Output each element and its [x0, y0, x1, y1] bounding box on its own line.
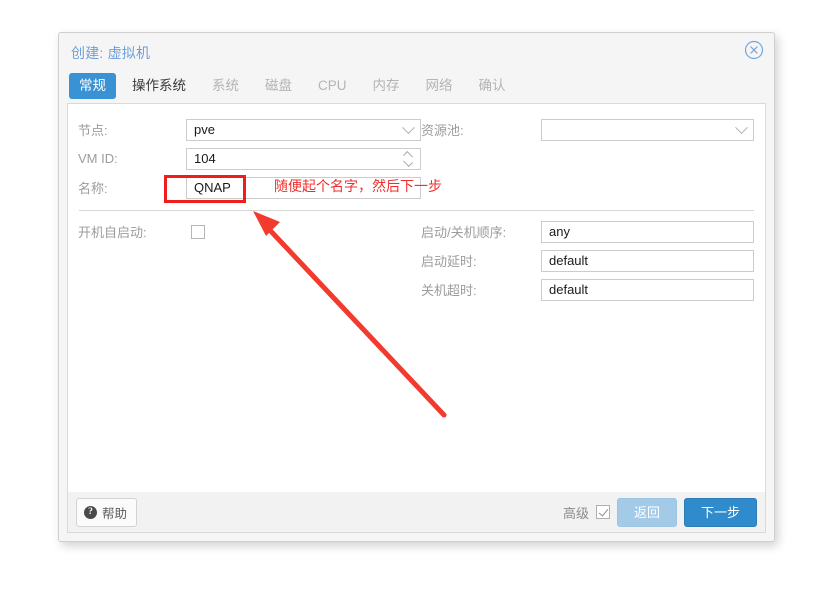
shutdown-timeout-value: default: [549, 282, 589, 297]
startup-delay-input[interactable]: default: [541, 249, 754, 272]
advanced-label: 高级: [562, 505, 589, 521]
shutdown-timeout-label: 关机超时:: [421, 283, 477, 298]
dialog-footer: ? 帮助 高级 返回 下一步: [67, 492, 766, 533]
help-button[interactable]: ? 帮助: [76, 497, 138, 527]
field-shutdown-timeout: 关机超时: default: [421, 278, 765, 301]
tab-bar: 常规 操作系统 系统 磁盘 CPU 内存 网络 确认: [59, 69, 774, 103]
pool-select[interactable]: [541, 118, 754, 142]
chevron-down-icon[interactable]: [734, 120, 748, 142]
name-value: QNAP: [194, 180, 231, 195]
dialog-titlebar: 创建: 虚拟机: [59, 33, 774, 69]
form-row: 开机自启动: 启动/关机顺序: any: [68, 217, 765, 246]
form-row: 节点: pve 资源池:: [68, 115, 765, 144]
tab-os[interactable]: 操作系统: [122, 73, 196, 99]
spinner-icon[interactable]: [403, 150, 414, 169]
tab-confirm[interactable]: 确认: [469, 73, 516, 99]
tab-cpu[interactable]: CPU: [308, 73, 357, 99]
question-circle-icon: ?: [84, 505, 97, 519]
field-vmid: VM ID: 104: [68, 147, 421, 170]
form-row: 名称: QNAP: [68, 173, 765, 202]
chevron-down-icon[interactable]: [401, 120, 415, 142]
autostart-checkbox[interactable]: [191, 224, 205, 239]
start-order-input[interactable]: any: [541, 220, 754, 243]
create-vm-dialog: 创建: 虚拟机 常规 操作系统 系统 磁盘 CPU 内存 网络 确认 节点: p…: [58, 32, 775, 542]
field-start-order: 启动/关机顺序: any: [421, 220, 765, 243]
field-startup-delay: 启动延时: default: [421, 249, 765, 272]
field-pool: 资源池:: [421, 118, 765, 142]
pool-label: 资源池:: [421, 123, 464, 138]
node-value: pve: [194, 122, 215, 137]
vmid-label: VM ID:: [78, 151, 118, 166]
name-label: 名称:: [78, 181, 108, 196]
startup-delay-value: default: [549, 253, 589, 268]
close-icon[interactable]: [744, 40, 764, 60]
vmid-value: 104: [194, 151, 216, 166]
form-row: 启动延时: default: [68, 246, 765, 275]
tab-general[interactable]: 常规: [69, 73, 116, 99]
general-tab-panel: 节点: pve 资源池: VM ID: 104 名称: QNAP 开机自启动: …: [67, 103, 766, 492]
help-button-label: 帮助: [102, 506, 128, 521]
vmid-input[interactable]: 104: [186, 147, 421, 170]
field-autostart: 开机自启动:: [68, 222, 421, 241]
section-divider: [79, 210, 754, 211]
dialog-title: 创建: 虚拟机: [71, 45, 151, 61]
field-node: 节点: pve: [68, 118, 421, 142]
next-button[interactable]: 下一步: [683, 497, 757, 527]
back-button[interactable]: 返回: [616, 497, 677, 527]
general-form: 节点: pve 资源池: VM ID: 104 名称: QNAP 开机自启动: …: [68, 104, 765, 304]
tab-system[interactable]: 系统: [202, 73, 249, 99]
name-input[interactable]: QNAP: [186, 176, 421, 199]
start-order-label: 启动/关机顺序:: [421, 225, 507, 240]
form-row: 关机超时: default: [68, 275, 765, 304]
node-label: 节点:: [78, 123, 108, 138]
form-row: VM ID: 104: [68, 144, 765, 173]
autostart-label: 开机自启动:: [78, 225, 147, 240]
tab-memory[interactable]: 内存: [363, 73, 410, 99]
tab-disks[interactable]: 磁盘: [255, 73, 302, 99]
node-select[interactable]: pve: [186, 118, 421, 142]
start-order-value: any: [549, 224, 570, 239]
field-name: 名称: QNAP: [68, 176, 421, 199]
tab-network[interactable]: 网络: [416, 73, 463, 99]
advanced-checkbox[interactable]: [595, 505, 610, 519]
shutdown-timeout-input[interactable]: default: [541, 278, 754, 301]
footer-actions: 高级 返回 下一步: [562, 497, 757, 527]
startup-delay-label: 启动延时:: [421, 254, 477, 269]
